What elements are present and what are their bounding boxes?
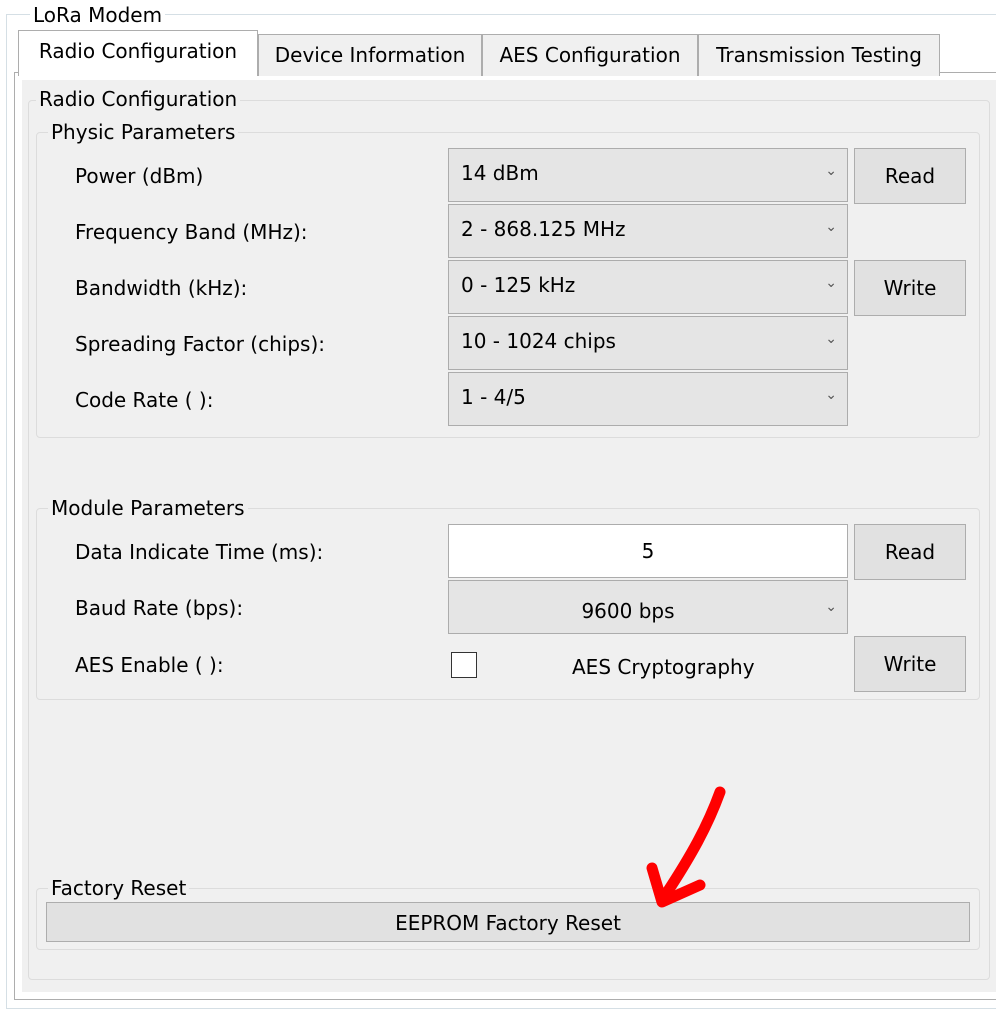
frequency-band-label: Frequency Band (MHz):: [75, 220, 308, 244]
code-rate-select[interactable]: 1 - 4/5 ⌄: [448, 372, 848, 426]
chevron-down-icon: ⌄: [825, 387, 837, 403]
chevron-down-icon: ⌄: [825, 163, 837, 179]
baud-rate-value: 9600 bps: [581, 599, 675, 623]
factory-reset-title: Factory Reset: [48, 876, 190, 900]
spreading-factor-select[interactable]: 10 - 1024 chips ⌄: [448, 316, 848, 370]
module-parameters-title: Module Parameters: [48, 496, 248, 520]
tab-label: Radio Configuration: [38, 39, 238, 63]
aes-enable-label: AES Enable ( ):: [75, 653, 224, 677]
power-value: 14 dBm: [461, 161, 539, 185]
bandwidth-label: Bandwidth (kHz):: [75, 276, 248, 300]
data-indicate-time-label: Data Indicate Time (ms):: [75, 540, 324, 564]
bandwidth-value: 0 - 125 kHz: [461, 273, 576, 297]
spreading-factor-label: Spreading Factor (chips):: [75, 332, 325, 356]
power-label: Power (dBm): [75, 164, 204, 188]
aes-cryptography-label: AES Cryptography: [572, 655, 755, 679]
tab-label: Transmission Testing: [716, 43, 922, 67]
tab-radio-configuration[interactable]: Radio Configuration: [18, 30, 258, 76]
module-write-button[interactable]: Write: [854, 636, 966, 692]
chevron-down-icon: ⌄: [825, 331, 837, 347]
module-read-button[interactable]: Read: [854, 524, 966, 580]
eeprom-factory-reset-button[interactable]: EEPROM Factory Reset: [46, 902, 970, 942]
power-select[interactable]: 14 dBm ⌄: [448, 148, 848, 202]
bandwidth-select[interactable]: 0 - 125 kHz ⌄: [448, 260, 848, 314]
physic-write-button[interactable]: Write: [854, 260, 966, 316]
chevron-down-icon: ⌄: [825, 275, 837, 291]
spreading-factor-value: 10 - 1024 chips: [461, 329, 616, 353]
tab-transmission-testing[interactable]: Transmission Testing: [698, 34, 940, 76]
code-rate-label: Code Rate ( ):: [75, 388, 214, 412]
physic-parameters-title: Physic Parameters: [48, 120, 239, 144]
chevron-down-icon: ⌄: [825, 219, 837, 235]
baud-rate-label: Baud Rate (bps):: [75, 596, 244, 620]
window-title: LoRa Modem: [30, 3, 166, 27]
tab-label: Device Information: [274, 43, 466, 67]
data-indicate-time-input[interactable]: 5: [448, 524, 848, 578]
tab-label: AES Configuration: [499, 43, 681, 67]
tab-aes-configuration[interactable]: AES Configuration: [482, 34, 698, 76]
data-indicate-time-value: 5: [641, 539, 655, 563]
aes-cryptography-checkbox[interactable]: [451, 652, 477, 678]
baud-rate-select[interactable]: 9600 bps ⌄: [448, 580, 848, 634]
code-rate-value: 1 - 4/5: [461, 385, 526, 409]
radio-configuration-title: Radio Configuration: [36, 87, 241, 111]
chevron-down-icon: ⌄: [825, 599, 837, 615]
red-arrow-icon: [646, 786, 726, 908]
physic-read-button[interactable]: Read: [854, 148, 966, 204]
tab-device-information[interactable]: Device Information: [258, 34, 482, 76]
frequency-band-value: 2 - 868.125 MHz: [461, 217, 626, 241]
frequency-band-select[interactable]: 2 - 868.125 MHz ⌄: [448, 204, 848, 258]
